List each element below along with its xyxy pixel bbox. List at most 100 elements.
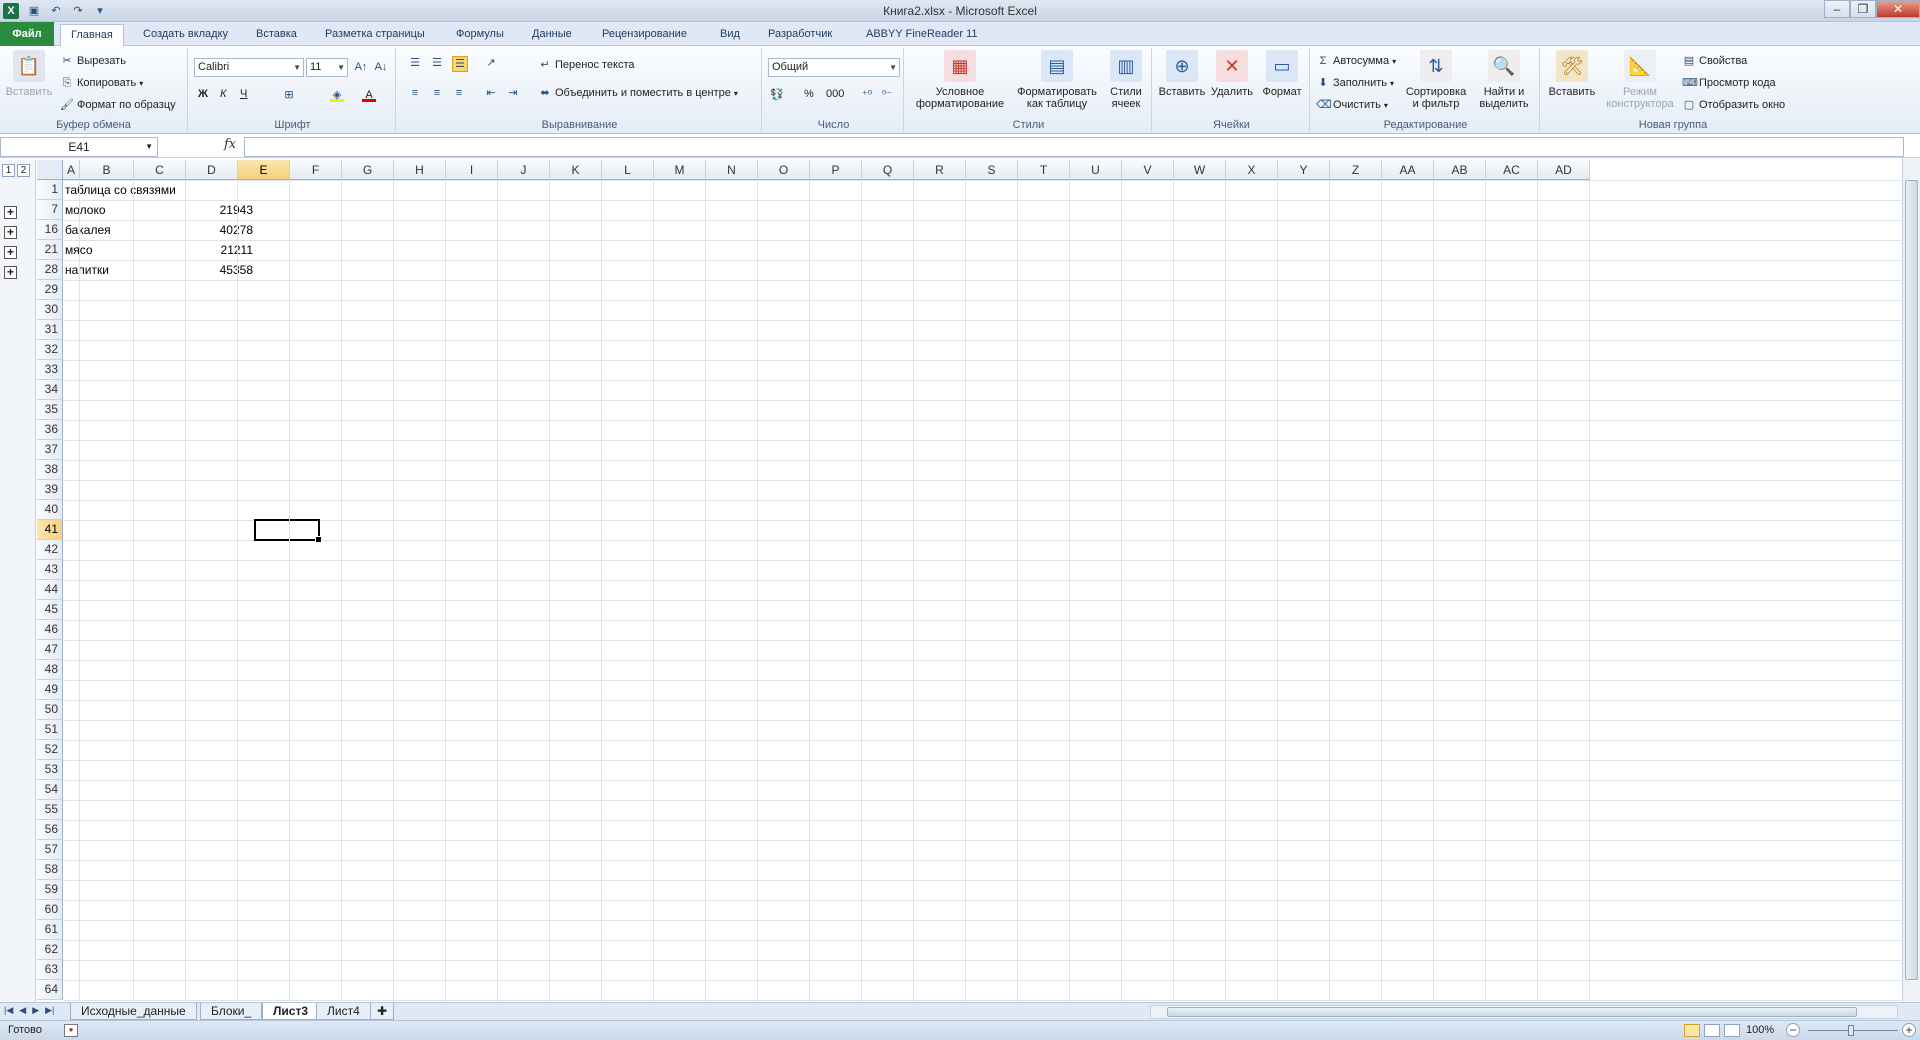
align-middle-button[interactable]: ☰	[430, 56, 444, 70]
row-header[interactable]: 31	[37, 320, 63, 340]
shrink-font-button[interactable]: A↓	[374, 60, 388, 74]
cut-button[interactable]: ✂ Вырезать	[60, 54, 126, 68]
row-header[interactable]: 39	[37, 480, 63, 500]
sheet-tab-list3[interactable]: Лист3	[262, 1003, 320, 1020]
cell-styles-button[interactable]: ▥ Стили ячеек	[1104, 50, 1148, 110]
row-header[interactable]: 50	[37, 700, 63, 720]
column-header[interactable]: X	[1226, 160, 1278, 180]
restore-icon[interactable]: ❐	[1850, 0, 1876, 18]
align-left-button[interactable]: ≡	[408, 86, 422, 100]
decrease-decimal-button[interactable]: ⁰⁻	[880, 88, 894, 102]
column-header[interactable]: AC	[1486, 160, 1538, 180]
copy-button[interactable]: ⎘ Копировать ▾	[60, 76, 144, 90]
row-header[interactable]: 16	[37, 220, 63, 240]
row-header[interactable]: 49	[37, 680, 63, 700]
row-header[interactable]: 46	[37, 620, 63, 640]
expand-group-button[interactable]: +	[4, 246, 17, 259]
horizontal-scroll-thumb[interactable]	[1167, 1007, 1857, 1017]
row-header[interactable]: 33	[37, 360, 63, 380]
percent-button[interactable]: %	[804, 88, 814, 100]
paste-button[interactable]: 📋 Вставить	[4, 50, 54, 98]
design-mode-button[interactable]: 📐 Режим конструктора	[1602, 50, 1678, 110]
row-header[interactable]: 63	[37, 960, 63, 980]
row-header[interactable]: 32	[37, 340, 63, 360]
cell-a1[interactable]: таблица со связями	[63, 180, 178, 200]
cell-a28[interactable]: напитки	[63, 260, 111, 280]
tab-page-layout[interactable]: Разметка страницы	[315, 24, 435, 46]
column-header[interactable]: C	[134, 160, 186, 180]
row-header[interactable]: 41	[37, 520, 63, 540]
cell-d21[interactable]: 21211	[191, 240, 255, 260]
insert-control-button[interactable]: 🛠 Вставить	[1544, 50, 1600, 98]
fill-button[interactable]: ⬇ Заполнить ▾	[1316, 76, 1394, 90]
column-header[interactable]: Y	[1278, 160, 1330, 180]
font-color-button[interactable]: A	[362, 88, 376, 102]
sort-filter-button[interactable]: ⇅ Сортировка и фильтр	[1402, 50, 1470, 110]
row-header[interactable]: 60	[37, 900, 63, 920]
row-header[interactable]: 45	[37, 600, 63, 620]
zoom-slider-thumb[interactable]	[1848, 1025, 1854, 1036]
cell-a7[interactable]: молоко	[63, 200, 108, 220]
merge-center-button[interactable]: ⬌ Объединить и поместить в центре ▾	[538, 86, 737, 100]
format-painter-button[interactable]: 🖌 Формат по образцу	[60, 98, 176, 112]
bold-button[interactable]: Ж	[198, 88, 208, 100]
column-header[interactable]: Z	[1330, 160, 1382, 180]
tab-developer[interactable]: Разработчик	[758, 24, 842, 46]
zoom-in-button[interactable]: +	[1902, 1023, 1916, 1037]
insert-sheet-button[interactable]: ✚	[370, 1003, 395, 1020]
properties-button[interactable]: ▤ Свойства	[1682, 54, 1748, 68]
cell-d28[interactable]: 45358	[191, 260, 255, 280]
tab-file[interactable]: Файл	[0, 22, 54, 46]
formula-input[interactable]	[244, 137, 1904, 157]
name-box[interactable]: E41 ▼	[0, 137, 158, 157]
row-header[interactable]: 58	[37, 860, 63, 880]
column-header[interactable]: AD	[1538, 160, 1590, 180]
page-layout-view-icon[interactable]	[1704, 1024, 1720, 1037]
orientation-button[interactable]: ↗	[484, 56, 498, 70]
prev-sheet-icon[interactable]: ◀	[19, 1005, 26, 1016]
column-header[interactable]: P	[810, 160, 862, 180]
row-header[interactable]: 64	[37, 980, 63, 1000]
row-header[interactable]: 56	[37, 820, 63, 840]
row-header[interactable]: 38	[37, 460, 63, 480]
fill-color-button[interactable]: ◈	[330, 88, 344, 102]
column-header[interactable]: M	[654, 160, 706, 180]
sheet-tab-blocks[interactable]: Блоки_	[200, 1003, 263, 1020]
format-cells-button[interactable]: ▭ Формат	[1258, 50, 1306, 98]
row-header[interactable]: 1	[37, 180, 63, 200]
expand-group-button[interactable]: +	[4, 266, 17, 279]
align-center-button[interactable]: ≡	[430, 86, 444, 100]
minimize-icon[interactable]: –	[1824, 0, 1850, 18]
row-header[interactable]: 55	[37, 800, 63, 820]
column-header[interactable]: D	[186, 160, 238, 180]
expand-group-button[interactable]: +	[4, 226, 17, 239]
cell-area[interactable]: таблица со связями молоко 21943 бакалея …	[63, 180, 1901, 1002]
sheet-tab-list4[interactable]: Лист4	[316, 1003, 371, 1020]
number-format-combo[interactable]: Общий ▼	[768, 58, 900, 77]
next-sheet-icon[interactable]: ▶	[32, 1005, 39, 1016]
row-header[interactable]: 53	[37, 760, 63, 780]
cell-d16[interactable]: 40278	[191, 220, 255, 240]
row-header[interactable]: 34	[37, 380, 63, 400]
column-header[interactable]: S	[966, 160, 1018, 180]
tab-abbyy[interactable]: ABBYY FineReader 11	[856, 24, 988, 46]
column-header[interactable]: L	[602, 160, 654, 180]
show-window-button[interactable]: ▢ Отобразить окно	[1682, 98, 1785, 112]
tab-formulas[interactable]: Формулы	[446, 24, 514, 46]
row-header[interactable]: 7	[37, 200, 63, 220]
clear-button[interactable]: ⌫ Очистить ▾	[1316, 98, 1388, 112]
first-sheet-icon[interactable]: |◀	[4, 1005, 13, 1016]
column-header[interactable]: N	[706, 160, 758, 180]
last-sheet-icon[interactable]: ▶|	[45, 1005, 54, 1016]
worksheet-grid[interactable]: A B C D E F G H I J K L M N O P Q R S T U V W X Y Z AA AB AC AD 1 7 16 2…	[37, 160, 1901, 1002]
normal-view-icon[interactable]	[1684, 1024, 1700, 1037]
insert-cells-button[interactable]: ⊕ Вставить	[1158, 50, 1206, 98]
zoom-level[interactable]: 100%	[1746, 1024, 1774, 1036]
font-size-combo[interactable]: 11 ▼	[306, 58, 348, 77]
column-header[interactable]: B	[80, 160, 134, 180]
column-header[interactable]: AB	[1434, 160, 1486, 180]
tab-review[interactable]: Рецензирование	[592, 24, 697, 46]
column-header[interactable]: E	[238, 160, 290, 180]
tab-data[interactable]: Данные	[522, 24, 582, 46]
font-name-combo[interactable]: Calibri ▼	[194, 58, 304, 77]
